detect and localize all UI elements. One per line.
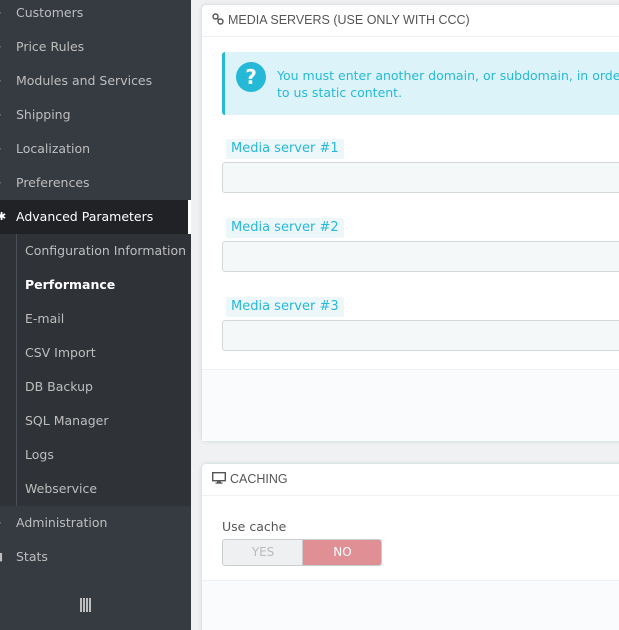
submenu-item-logs[interactable]: Logs (0, 438, 191, 472)
sidebar-item-localization[interactable]: › Localization (0, 132, 191, 166)
sidebar-item-customers[interactable]: › Customers (0, 0, 191, 30)
submenu-item-configuration-information[interactable]: Configuration Information (0, 234, 191, 268)
use-cache-yes[interactable]: YES (223, 540, 303, 565)
use-cache-no[interactable]: NO (302, 540, 381, 565)
monitor-icon (211, 465, 227, 495)
question-icon: ? (236, 62, 266, 92)
sidebar-item-label: Preferences (16, 175, 90, 190)
sidebar-item-label: Localization (16, 141, 91, 156)
panel-title: MEDIA SERVERS (USE ONLY WITH CCC) (228, 13, 470, 27)
sidebar-item-advanced-parameters[interactable]: ✱ Advanced Parameters (0, 200, 191, 234)
sidebar-item-label: Stats (16, 549, 48, 564)
media-server-2-input[interactable] (222, 241, 619, 272)
media-server-3-label: Media server #3 (226, 297, 344, 317)
sidebar-item-preferences[interactable]: › Preferences (0, 166, 191, 200)
sidebar-item-price-rules[interactable]: › Price Rules (0, 30, 191, 64)
submenu-item-csv-import[interactable]: CSV Import (0, 336, 191, 370)
media-servers-footer (202, 369, 619, 441)
localization-icon: › (0, 132, 5, 166)
alert-text: You must enter another domain, or subdom… (277, 68, 619, 100)
main-content: MEDIA SERVERS (USE ONLY WITH CCC) ? You … (191, 0, 619, 630)
submenu-item-email[interactable]: E-mail (0, 302, 191, 336)
collapse-sidebar-icon[interactable] (80, 598, 92, 612)
caching-heading: CACHING (202, 464, 619, 496)
sidebar-item-label: Modules and Services (16, 73, 153, 88)
sidebar-item-shipping[interactable]: › Shipping (0, 98, 191, 132)
media-server-3-input[interactable] (222, 320, 619, 351)
stats-icon: ▮ (0, 550, 4, 563)
media-servers-heading: MEDIA SERVERS (USE ONLY WITH CCC) (202, 5, 619, 37)
media-server-1-label: Media server #1 (226, 139, 344, 159)
panel-title: CACHING (230, 472, 288, 486)
sidebar-item-administration[interactable]: › Administration (0, 506, 191, 540)
sidebar-item-label: Shipping (16, 107, 71, 122)
info-alert: ? You must enter another domain, or subd… (222, 52, 619, 115)
preferences-icon: › (0, 166, 5, 200)
administration-icon: › (0, 506, 5, 540)
sidebar-item-label: Administration (16, 515, 108, 530)
caching-panel: CACHING Use cache YES NO (201, 463, 619, 630)
sidebar-item-label: Price Rules (16, 39, 85, 54)
submenu-item-db-backup[interactable]: DB Backup (0, 370, 191, 404)
customers-icon: › (0, 0, 5, 30)
use-cache-label: Use cache (222, 519, 287, 534)
media-server-2-label: Media server #2 (226, 218, 344, 238)
sidebar-item-label: Advanced Parameters (16, 209, 154, 224)
media-servers-panel: MEDIA SERVERS (USE ONLY WITH CCC) ? You … (201, 4, 619, 442)
sidebar-item-modules[interactable]: › Modules and Services (0, 64, 191, 98)
sidebar-item-label: Customers (16, 5, 84, 20)
price-rules-icon: › (0, 30, 5, 64)
sidebar-nav: › Customers › Price Rules › Modules and … (0, 0, 191, 630)
sidebar-item-stats[interactable]: ▮ Stats (0, 540, 191, 574)
media-server-1-input[interactable] (222, 162, 619, 193)
submenu-item-performance[interactable]: Performance (0, 268, 191, 302)
gears-icon: ✱ (0, 210, 7, 223)
modules-icon: › (0, 64, 5, 98)
caching-footer (202, 580, 619, 630)
use-cache-switch[interactable]: YES NO (222, 539, 382, 566)
submenu-item-sql-manager[interactable]: SQL Manager (0, 404, 191, 438)
submenu-item-webservice[interactable]: Webservice (0, 472, 191, 506)
link-icon (212, 6, 224, 36)
shipping-icon: › (0, 98, 5, 132)
